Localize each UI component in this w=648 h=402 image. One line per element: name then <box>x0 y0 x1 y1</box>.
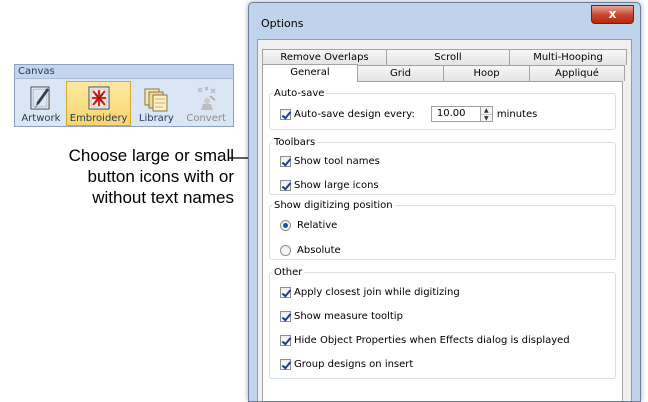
digitizing-position-group: Show digitizing position Relative Absolu… <box>269 200 616 260</box>
relative-row: Relative <box>280 218 337 232</box>
general-tab-panel: Auto-save Auto-save design every: 10.00 … <box>262 81 623 401</box>
relative-label: Relative <box>297 219 338 231</box>
tab-multi-hooping[interactable]: Multi-Hooping <box>509 49 627 65</box>
close-icon: x <box>608 7 617 21</box>
callout-line: button icons with or <box>87 167 234 186</box>
autosave-legend: Auto-save <box>274 88 325 99</box>
group-designs-checkbox[interactable] <box>280 358 291 370</box>
measure-tooltip-label: Show measure tooltip <box>294 310 403 322</box>
dialog-titlebar[interactable]: Options x <box>249 3 640 39</box>
embroidery-icon <box>88 86 110 110</box>
callout-line: Choose large or small <box>68 146 234 165</box>
callout-text: Choose large or small button icons with … <box>16 145 234 208</box>
convert-button-label: Convert <box>186 113 226 124</box>
tab-row-back: Remove Overlaps Scroll Multi-Hooping <box>262 49 627 65</box>
convert-icon <box>197 86 216 110</box>
autosave-checkbox[interactable] <box>280 108 291 120</box>
artwork-button[interactable]: Artwork <box>17 81 65 126</box>
toolbars-legend: Toolbars <box>274 137 316 148</box>
dialog-title: Options <box>261 17 304 30</box>
show-tool-names-label: Show tool names <box>294 155 380 167</box>
closest-join-label: Apply closest join while digitizing <box>294 286 460 298</box>
close-button[interactable]: x <box>591 5 634 24</box>
autosave-unit: minutes <box>496 108 538 120</box>
hide-object-properties-label: Hide Object Properties when Effects dial… <box>294 334 570 346</box>
callout-line: without text names <box>92 188 234 207</box>
library-button-label: Library <box>138 113 174 124</box>
hide-object-properties-checkbox[interactable] <box>280 334 291 346</box>
toolbars-group: Toolbars Show tool names Show large icon… <box>269 137 616 195</box>
show-tool-names-checkbox[interactable] <box>280 155 291 167</box>
other-legend: Other <box>274 267 303 278</box>
hide-object-properties-row: Hide Object Properties when Effects dial… <box>280 333 570 347</box>
dialog-body: Remove Overlaps Scroll Multi-Hooping Gen… <box>257 39 632 401</box>
canvas-toolbar: Canvas Artwork Embroidery Library Conver… <box>14 64 234 127</box>
absolute-row: Absolute <box>280 243 341 257</box>
options-dialog: Options x Remove Overlaps Scroll Multi-H… <box>248 2 641 402</box>
show-large-icons-checkbox[interactable] <box>280 179 291 191</box>
tab-general[interactable]: General <box>262 64 358 82</box>
library-button[interactable]: Library <box>132 81 180 126</box>
show-tool-names-row: Show tool names <box>280 154 380 168</box>
convert-button[interactable]: Convert <box>181 81 231 126</box>
group-designs-row: Group designs on insert <box>280 357 413 371</box>
absolute-radio[interactable] <box>280 244 291 256</box>
artwork-icon <box>30 86 50 110</box>
absolute-label: Absolute <box>297 244 341 256</box>
show-large-icons-label: Show large icons <box>294 179 379 191</box>
autosave-row: Auto-save design every: 10.00 ▲ ▼ minute… <box>280 106 538 122</box>
library-icon <box>144 88 168 112</box>
autosave-spinner[interactable]: ▲ ▼ <box>480 106 493 122</box>
autosave-minutes-input[interactable]: 10.00 <box>430 106 481 122</box>
spin-up-icon[interactable]: ▲ <box>481 107 492 114</box>
artwork-button-label: Artwork <box>21 113 61 124</box>
autosave-group: Auto-save Auto-save design every: 10.00 … <box>269 88 616 130</box>
tab-hoop[interactable]: Hoop <box>443 65 530 81</box>
canvas-toolbar-title: Canvas <box>15 65 233 79</box>
other-group: Other Apply closest join while digitizin… <box>269 267 616 379</box>
measure-tooltip-row: Show measure tooltip <box>280 309 403 323</box>
digitizing-legend: Show digitizing position <box>274 200 393 211</box>
tab-applique[interactable]: Appliqué <box>529 65 625 81</box>
relative-radio[interactable] <box>280 219 291 231</box>
closest-join-row: Apply closest join while digitizing <box>280 285 460 299</box>
tab-scroll[interactable]: Scroll <box>386 49 510 65</box>
group-designs-label: Group designs on insert <box>294 358 414 370</box>
measure-tooltip-checkbox[interactable] <box>280 310 291 322</box>
embroidery-button[interactable]: Embroidery <box>65 81 132 126</box>
show-large-icons-row: Show large icons <box>280 178 379 192</box>
autosave-label: Auto-save design every: <box>294 108 415 120</box>
closest-join-checkbox[interactable] <box>280 286 291 298</box>
embroidery-button-label: Embroidery <box>69 113 128 124</box>
tab-remove-overlaps[interactable]: Remove Overlaps <box>262 49 387 65</box>
spin-down-icon[interactable]: ▼ <box>480 114 492 122</box>
tab-grid[interactable]: Grid <box>357 65 444 81</box>
